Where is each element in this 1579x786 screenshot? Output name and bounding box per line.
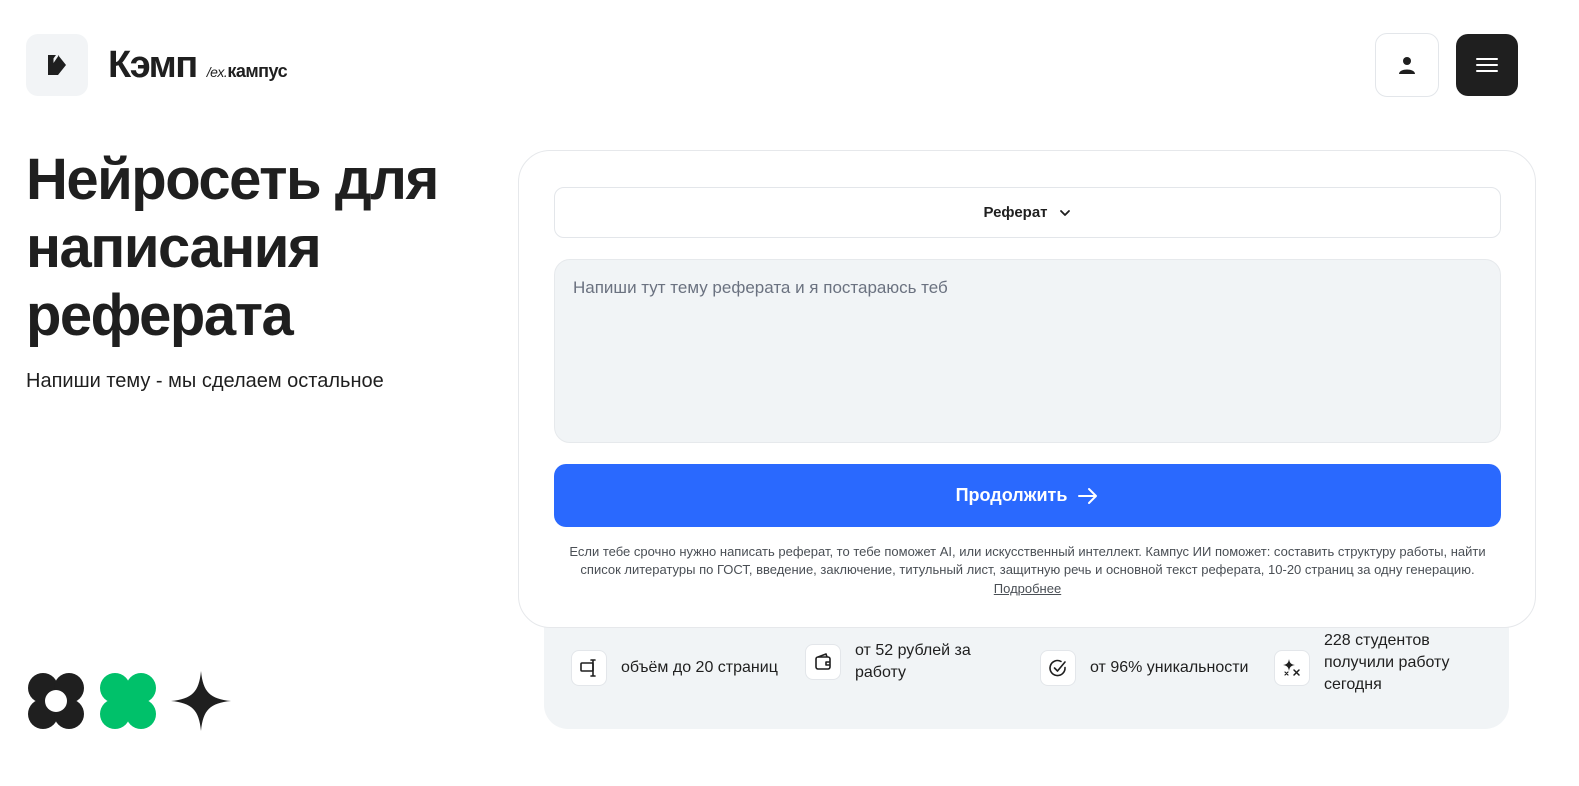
brand-sub-name: кампус: [227, 61, 288, 81]
page: Кэмп /ex.кампус Нейросеть для написания …: [0, 0, 1579, 786]
brand-name: Кэмп: [108, 44, 198, 86]
text-cursor-icon: [571, 650, 607, 686]
feature-item: от 96% уникальности: [1040, 650, 1260, 686]
feature-text: объём до 20 страниц: [621, 659, 778, 676]
work-type-select[interactable]: Реферат: [554, 187, 1501, 238]
profile-button[interactable]: [1375, 33, 1439, 97]
more-link[interactable]: Подробнее: [994, 580, 1061, 598]
continue-label: Продолжить: [955, 485, 1068, 505]
feature-text: 228 студентов получили работу сегодня: [1324, 632, 1450, 693]
hamburger-menu-icon: [1476, 58, 1498, 72]
feature-text: от 96% уникальности: [1090, 659, 1249, 676]
wallet-icon: [805, 644, 841, 680]
flower-green-icon: [100, 673, 156, 729]
k-logo-icon: [48, 55, 66, 75]
feature-item: объём до 20 страниц: [571, 650, 781, 686]
generator-form-card: Реферат Продолжить Если тебе срочно нужн…: [518, 150, 1536, 628]
decorative-shapes: [26, 670, 232, 732]
check-circle-icon: [1040, 650, 1076, 686]
hero-subtitle: Напиши тему - мы сделаем остальное: [26, 370, 384, 392]
brand[interactable]: Кэмп /ex.кампус: [108, 44, 288, 87]
chevron-down-icon: [1059, 209, 1070, 216]
description-text: Если тебе срочно нужно написать реферат,…: [569, 544, 1486, 577]
arrow-right-icon: [1078, 487, 1098, 504]
logo[interactable]: [26, 34, 88, 96]
page-title: Нейросеть для написания реферата: [26, 147, 439, 348]
sparkles-icon: [1274, 650, 1310, 686]
brand-sub-ex: /ex.: [206, 64, 228, 80]
feature-item: от 52 рублей за работу: [805, 640, 985, 684]
menu-button[interactable]: [1456, 34, 1518, 96]
topic-input[interactable]: [554, 259, 1501, 443]
star-sparkle-icon: [171, 671, 231, 731]
description-note: Если тебе срочно нужно написать реферат,…: [549, 543, 1506, 598]
feature-text: от 52 рублей за работу: [855, 642, 971, 681]
flower-black-icon: [28, 673, 84, 729]
continue-button[interactable]: Продолжить: [554, 464, 1501, 527]
brand-sub: /ex.кампус: [206, 61, 288, 82]
user-icon: [1399, 57, 1415, 74]
feature-item: 228 студентов получили работу сегодня: [1274, 632, 1464, 696]
work-type-label: Реферат: [983, 204, 1048, 221]
